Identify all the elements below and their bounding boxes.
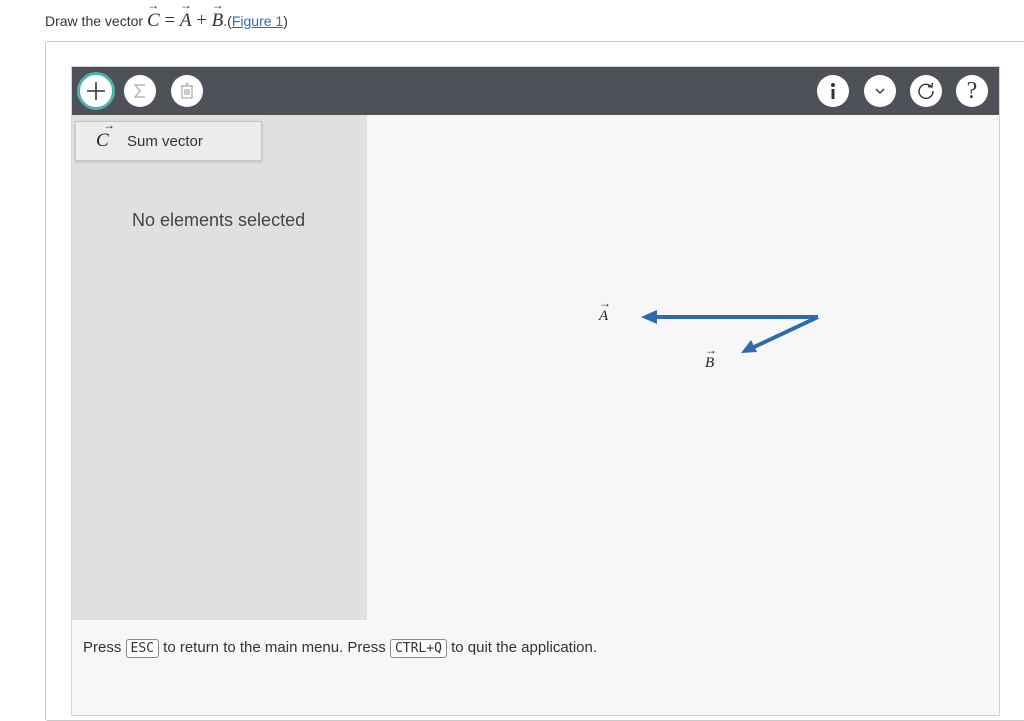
sigma-icon: [133, 84, 145, 98]
vector-c-icon: C: [96, 119, 122, 152]
add-vector-button[interactable]: [77, 72, 115, 110]
info-icon: [831, 83, 835, 99]
reset-icon: [918, 82, 934, 100]
menu-item-label: Sum vector: [127, 132, 203, 150]
help-icon: ?: [966, 78, 978, 104]
problem-prompt: Draw the vector C = A + B.(Figure 1): [45, 0, 288, 32]
dropdown-button[interactable]: [864, 75, 896, 107]
drawing-canvas[interactable]: A B: [367, 115, 999, 620]
vector-b-label: B: [705, 344, 714, 372]
figure-link[interactable]: Figure 1: [232, 13, 283, 29]
vector-b-symbol: B: [212, 0, 224, 32]
prompt-close: ): [283, 13, 288, 29]
delete-button[interactable]: [171, 75, 203, 107]
trash-icon: [181, 83, 193, 99]
prompt-equation: C = A + B: [147, 0, 224, 32]
vector-a-label: A: [599, 297, 608, 325]
prompt-suffix: .(: [223, 13, 232, 29]
reset-button[interactable]: [910, 75, 942, 107]
vector-b-arrow[interactable]: [751, 315, 819, 350]
toolbar: ?: [72, 67, 999, 115]
info-button[interactable]: [817, 75, 849, 107]
vector-a-symbol: A: [180, 0, 192, 32]
prompt-text: Draw the vector: [45, 13, 147, 29]
sum-vector-menu-item[interactable]: C Sum vector: [75, 119, 262, 161]
help-button[interactable]: ?: [956, 75, 988, 107]
equals-sign: =: [159, 10, 180, 31]
empty-selection-text: No elements selected: [132, 210, 306, 230]
ctrl-q-key: CTRL+Q: [389, 639, 447, 658]
esc-key: ESC: [125, 639, 159, 658]
plus-icon: [87, 82, 105, 100]
vector-figure: [641, 310, 819, 353]
plus-sign: +: [191, 10, 212, 31]
vector-c-symbol: C: [147, 0, 160, 32]
sidebar-panel: No elements selected: [72, 115, 367, 620]
chevron-down-icon: [875, 88, 885, 94]
vector-a-arrowhead: [641, 310, 657, 324]
status-bar: Press ESC to return to the main menu. Pr…: [83, 639, 597, 658]
status-text-1: Press: [83, 639, 126, 656]
vector-drawing-app: ? No elements selected C Sum vector A B …: [71, 66, 1000, 716]
status-text-2: to return to the main menu. Press: [159, 639, 390, 656]
sum-button[interactable]: [124, 75, 156, 107]
status-text-3: to quit the application.: [446, 639, 598, 656]
